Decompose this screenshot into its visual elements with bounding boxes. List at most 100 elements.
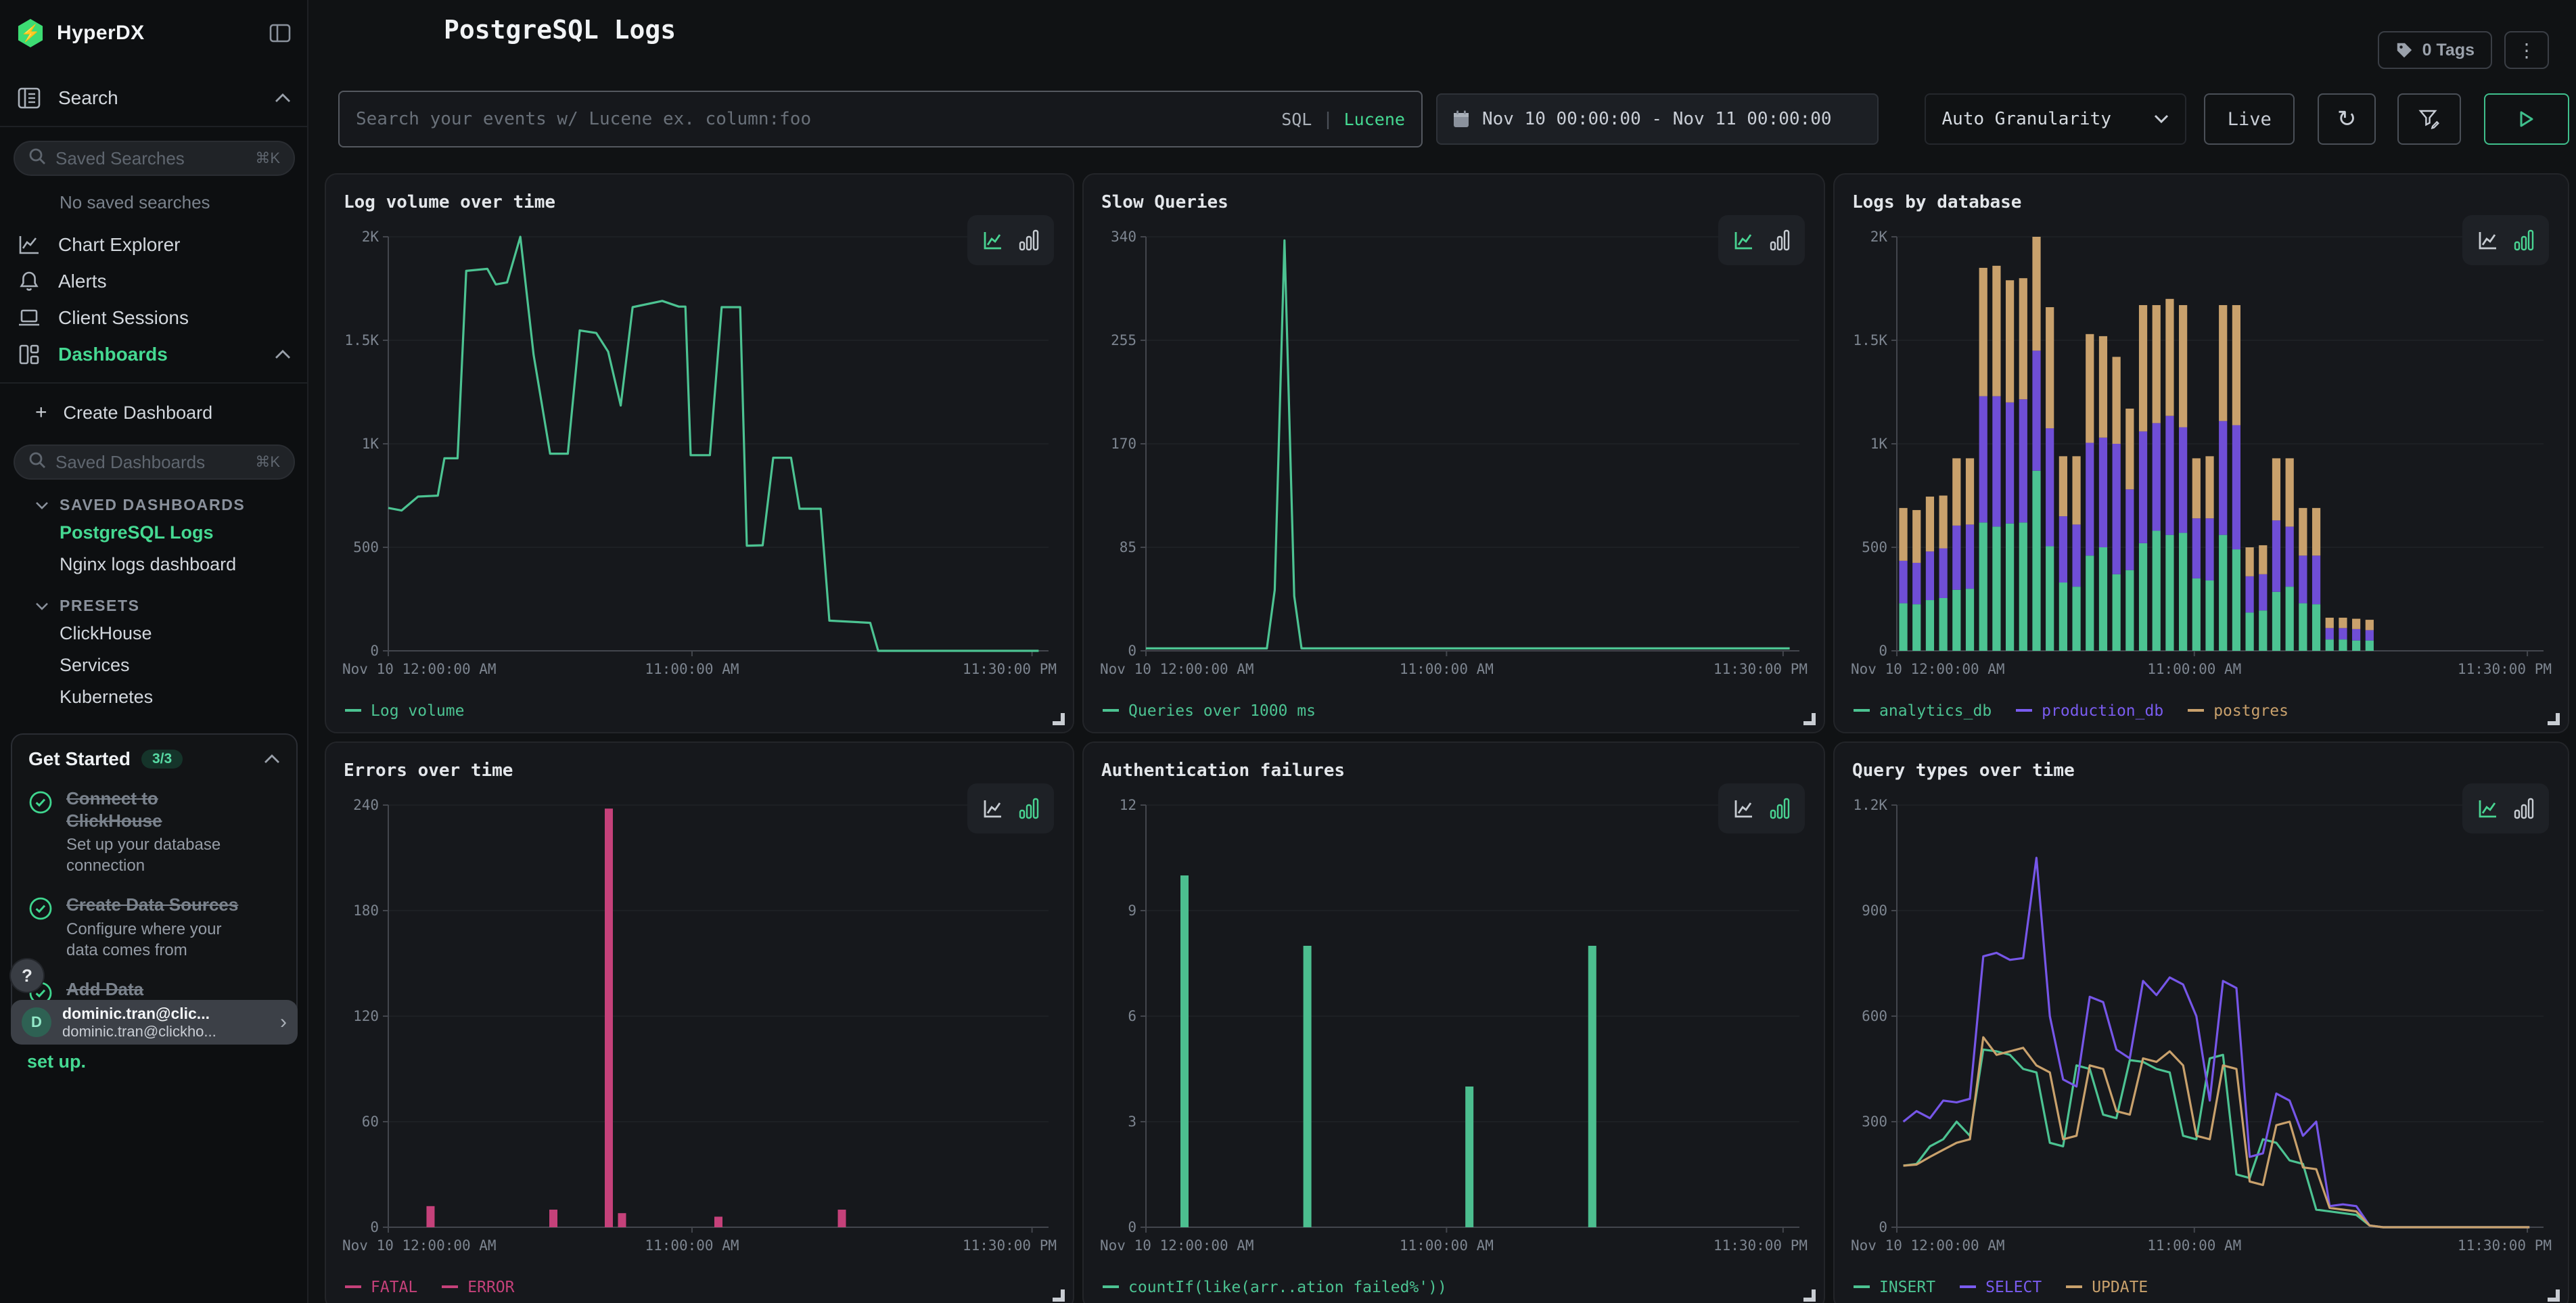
page-header: PostgreSQL Logs 0 Tags ⋮ — [308, 0, 2576, 77]
resize-handle[interactable] — [1803, 1289, 1816, 1302]
bar-chart-icon[interactable] — [2513, 229, 2535, 252]
line-chart-icon[interactable] — [2477, 229, 2500, 252]
svg-text:11:00:00 AM: 11:00:00 AM — [645, 1237, 739, 1254]
legend-item[interactable]: Log volume — [345, 702, 464, 720]
bar-chart-icon[interactable] — [2513, 797, 2535, 820]
sql-mode-toggle[interactable]: SQL — [1281, 110, 1312, 129]
chart-legend: Queries over 1000 ms — [1103, 702, 1316, 720]
svg-text:180: 180 — [353, 902, 379, 919]
help-button[interactable]: ? — [11, 959, 43, 992]
sidebar-item-client-sessions[interactable]: Client Sessions — [0, 300, 307, 336]
bar-chart-icon[interactable] — [1769, 797, 1791, 820]
granularity-select[interactable]: Auto Granularity — [1925, 93, 2187, 145]
step-description: Set up your database connection — [66, 834, 242, 876]
saved-dashboards-search[interactable]: ⌘K — [14, 444, 295, 480]
event-search-box[interactable]: SQL | Lucene — [338, 91, 1423, 147]
chevron-up-icon[interactable] — [264, 754, 280, 764]
svg-text:Nov 10 12:00:00 AM: Nov 10 12:00:00 AM — [342, 661, 497, 677]
line-chart-icon[interactable] — [1732, 797, 1755, 820]
sidebar-item-search[interactable]: Search — [0, 80, 307, 116]
brand-name: HyperDX — [57, 22, 257, 45]
sidebar-item-alerts[interactable]: Alerts — [0, 263, 307, 300]
resize-handle[interactable] — [1803, 713, 1816, 725]
run-query-button[interactable] — [2484, 93, 2569, 145]
chart-plot: 2K1.5K1K5000Nov 10 12:00:00 AM11:00:00 A… — [340, 223, 1059, 683]
tags-button[interactable]: 0 Tags — [2378, 31, 2492, 69]
filter-edit-icon — [2418, 109, 2440, 129]
svg-text:11:00:00 AM: 11:00:00 AM — [2147, 661, 2241, 677]
live-button[interactable]: Live — [2204, 93, 2295, 145]
chevron-up-icon[interactable] — [275, 93, 291, 103]
legend-item[interactable]: INSERT — [1854, 1279, 1935, 1296]
saved-searches-search[interactable]: ⌘K — [14, 141, 295, 176]
filter-button[interactable] — [2397, 93, 2461, 145]
presets-section-header[interactable]: PRESETS — [0, 580, 307, 618]
saved-dashboards-section-header[interactable]: SAVED DASHBOARDS — [0, 480, 307, 517]
saved-dashboards-input[interactable] — [55, 452, 246, 473]
svg-text:11:00:00 AM: 11:00:00 AM — [2147, 1237, 2241, 1254]
sidebar-item-nginx-dashboard[interactable]: Nginx logs dashboard — [0, 549, 307, 580]
date-range-picker[interactable]: Nov 10 00:00:00 - Nov 11 00:00:00 — [1436, 93, 1879, 145]
chart-type-toggle[interactable] — [967, 215, 1054, 265]
legend-item[interactable]: ERROR — [442, 1279, 514, 1296]
user-menu[interactable]: D dominic.tran@clic... dominic.tran@clic… — [11, 1000, 298, 1045]
legend-item[interactable]: Queries over 1000 ms — [1103, 702, 1316, 720]
bar-chart-icon[interactable] — [1018, 229, 1040, 252]
chart-type-toggle[interactable] — [2462, 783, 2549, 833]
date-range-value: Nov 10 00:00:00 - Nov 11 00:00:00 — [1482, 109, 1832, 129]
chart-type-toggle[interactable] — [967, 783, 1054, 833]
legend-item[interactable]: SELECT — [1960, 1279, 2042, 1296]
legend-item[interactable]: UPDATE — [2066, 1279, 2148, 1296]
create-dashboard-button[interactable]: + Create Dashboard — [0, 394, 307, 431]
sidebar-item-services[interactable]: Services — [0, 649, 307, 681]
chart-type-toggle[interactable] — [1718, 215, 1805, 265]
event-search-input[interactable] — [356, 109, 1268, 129]
resize-handle[interactable] — [2548, 1289, 2560, 1302]
more-options-button[interactable]: ⋮ — [2504, 31, 2549, 69]
line-chart-icon[interactable] — [2477, 797, 2500, 820]
sidebar-item-chart-explorer[interactable]: Chart Explorer — [0, 227, 307, 263]
sidebar-item-postgresql-logs[interactable]: PostgreSQL Logs — [0, 517, 307, 549]
chart-plot: 129630Nov 10 12:00:00 AM11:00:00 AM11:30… — [1097, 792, 1810, 1260]
sidebar-item-kubernetes[interactable]: Kubernetes — [0, 681, 307, 713]
line-chart-icon[interactable] — [1732, 229, 1755, 252]
legend-item[interactable]: postgres — [2188, 702, 2288, 720]
chevron-up-icon[interactable] — [275, 350, 291, 359]
bell-icon — [16, 271, 42, 292]
shortcut-hint: ⌘K — [255, 453, 280, 471]
saved-searches-input[interactable] — [55, 148, 246, 169]
lucene-mode-toggle[interactable]: Lucene — [1344, 110, 1405, 129]
resize-handle[interactable] — [1053, 713, 1065, 725]
svg-text:Nov 10 12:00:00 AM: Nov 10 12:00:00 AM — [1100, 1237, 1254, 1254]
svg-text:255: 255 — [1111, 332, 1136, 348]
line-chart-icon[interactable] — [982, 229, 1005, 252]
resize-handle[interactable] — [1053, 1289, 1065, 1302]
refresh-button[interactable]: ↻ — [2318, 93, 2376, 145]
laptop-icon — [16, 308, 42, 327]
svg-text:240: 240 — [353, 797, 379, 813]
chart-panel-query-types: Query types over time 1.2K9006003000Nov … — [1833, 741, 2569, 1303]
svg-text:1.2K: 1.2K — [1853, 797, 1887, 813]
get-started-step[interactable]: Create Data Sources Configure where your… — [28, 894, 280, 961]
legend-item[interactable]: production_db — [2016, 702, 2163, 720]
svg-text:11:30:00 PM: 11:30:00 PM — [2458, 1237, 2552, 1254]
tag-icon — [2395, 41, 2413, 59]
divider — [0, 126, 307, 127]
bar-chart-icon[interactable] — [1018, 797, 1040, 820]
svg-text:12: 12 — [1120, 797, 1136, 813]
sidebar-item-clickhouse[interactable]: ClickHouse — [0, 618, 307, 649]
svg-text:11:30:00 PM: 11:30:00 PM — [2458, 661, 2552, 677]
line-chart-icon[interactable] — [982, 797, 1005, 820]
chevron-down-icon — [2154, 114, 2169, 124]
legend-item[interactable]: countIf(like(arr..ation failed%')) — [1103, 1279, 1447, 1296]
get-started-step[interactable]: Connect to ClickHouse Set up your databa… — [28, 787, 280, 876]
collapse-sidebar-icon[interactable] — [269, 24, 291, 43]
legend-item[interactable]: analytics_db — [1854, 702, 1992, 720]
bar-chart-icon[interactable] — [1769, 229, 1791, 252]
chart-type-toggle[interactable] — [2462, 215, 2549, 265]
svg-text:120: 120 — [353, 1008, 379, 1024]
resize-handle[interactable] — [2548, 713, 2560, 725]
legend-item[interactable]: FATAL — [345, 1279, 417, 1296]
chart-type-toggle[interactable] — [1718, 783, 1805, 833]
sidebar-item-dashboards[interactable]: Dashboards — [0, 336, 307, 373]
